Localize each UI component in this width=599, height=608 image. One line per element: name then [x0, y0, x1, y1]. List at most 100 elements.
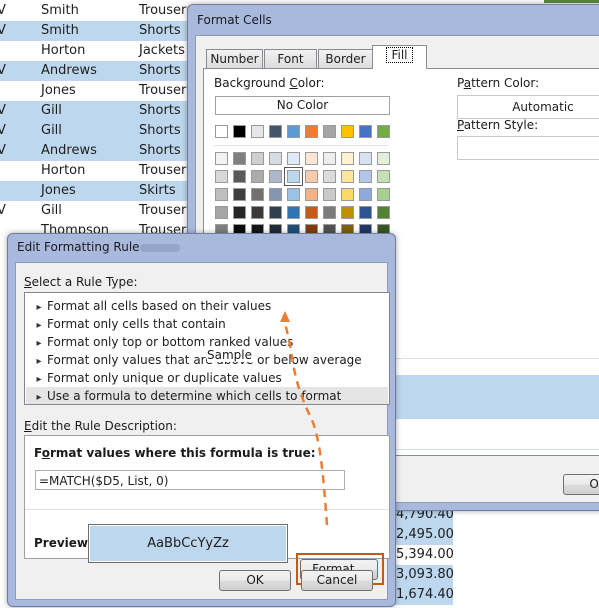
name-cell[interactable]: Horton — [41, 41, 85, 61]
rule-type-item[interactable]: ▸ Format only cells that contain — [26, 315, 388, 333]
color-swatch[interactable] — [323, 152, 336, 165]
region-cell[interactable]: V — [0, 1, 6, 21]
color-swatch[interactable] — [251, 188, 264, 201]
color-swatch[interactable] — [269, 125, 282, 138]
color-swatch[interactable] — [377, 206, 390, 219]
color-swatch[interactable] — [377, 125, 390, 138]
color-swatch[interactable] — [323, 206, 336, 219]
color-swatch[interactable] — [284, 167, 303, 186]
product-cell[interactable]: Shorts — [139, 101, 181, 121]
color-swatch[interactable] — [305, 125, 318, 138]
ok-button[interactable]: OK — [219, 570, 291, 591]
rule-type-item[interactable]: ▸ Format only unique or duplicate values — [26, 369, 388, 387]
rule-type-item[interactable]: ▸ Use a formula to determine which cells … — [26, 387, 388, 404]
pattern-color-dropdown[interactable]: Automatic — [457, 95, 599, 119]
amount-cell[interactable]: 3,093.80 — [393, 565, 454, 585]
name-cell[interactable]: Andrews — [41, 61, 97, 81]
color-swatch[interactable] — [341, 152, 354, 165]
color-swatch[interactable] — [233, 188, 246, 201]
region-cell[interactable]: V — [0, 141, 6, 161]
tab-fill[interactable]: Fill — [372, 45, 427, 69]
product-cell[interactable]: Jackets — [139, 41, 185, 61]
color-swatch[interactable] — [251, 206, 264, 219]
color-swatch[interactable] — [341, 170, 354, 183]
color-swatch[interactable] — [341, 125, 354, 138]
color-swatch[interactable] — [251, 125, 264, 138]
color-swatch[interactable] — [215, 170, 228, 183]
color-swatch[interactable] — [359, 206, 372, 219]
color-swatch[interactable] — [305, 152, 318, 165]
name-cell[interactable]: Horton — [41, 161, 85, 181]
region-cell[interactable]: V — [0, 121, 6, 141]
color-swatch[interactable] — [215, 188, 228, 201]
formula-input[interactable]: =MATCH($D5, List, 0) — [35, 470, 345, 490]
color-swatch[interactable] — [287, 125, 300, 138]
name-cell[interactable]: Smith — [41, 1, 79, 21]
tab-font[interactable]: Font — [264, 49, 317, 68]
color-swatch[interactable] — [251, 152, 264, 165]
name-cell[interactable]: Gill — [41, 101, 62, 121]
name-cell[interactable]: Jones — [41, 81, 76, 101]
tab-border[interactable]: Border — [318, 49, 373, 68]
color-swatch[interactable] — [269, 206, 282, 219]
color-swatch[interactable] — [377, 152, 390, 165]
color-swatch[interactable] — [215, 152, 228, 165]
rule-type-item[interactable]: ▸ Format all cells based on their values — [26, 297, 388, 315]
color-swatch[interactable] — [251, 170, 264, 183]
no-color-button[interactable]: No Color — [215, 96, 390, 115]
color-swatch[interactable] — [215, 206, 228, 219]
amount-cell[interactable]: 1,674.40 — [393, 585, 454, 605]
color-swatch[interactable] — [341, 188, 354, 201]
product-cell[interactable]: Shorts — [139, 141, 181, 161]
color-swatch[interactable] — [269, 152, 282, 165]
cancel-button[interactable]: Cancel — [301, 570, 373, 591]
name-cell[interactable]: Andrews — [41, 141, 97, 161]
name-cell[interactable]: Gill — [41, 121, 62, 141]
region-cell[interactable]: V — [0, 201, 6, 221]
color-swatch[interactable] — [305, 206, 318, 219]
color-swatch[interactable] — [233, 170, 246, 183]
color-swatch[interactable] — [305, 188, 318, 201]
product-cell[interactable]: Shorts — [139, 61, 181, 81]
color-swatch[interactable] — [287, 188, 300, 201]
color-swatch[interactable] — [323, 188, 336, 201]
product-cell[interactable]: Shorts — [139, 21, 181, 41]
color-swatch[interactable] — [287, 152, 300, 165]
color-swatch[interactable] — [359, 125, 372, 138]
palette-divider — [214, 145, 389, 146]
color-swatch[interactable] — [287, 206, 300, 219]
product-cell[interactable]: Skirts — [139, 181, 176, 201]
format-cells-ok-button[interactable]: OK — [563, 474, 599, 495]
color-swatch[interactable] — [359, 170, 372, 183]
amount-cell[interactable]: 2,495.00 — [393, 525, 454, 545]
region-cell[interactable]: V — [0, 21, 6, 41]
tab-font-label: Font — [277, 52, 304, 66]
tab-number[interactable]: Number — [206, 49, 263, 68]
product-cell[interactable]: Trousers — [139, 201, 193, 221]
color-swatch[interactable] — [233, 125, 246, 138]
product-cell[interactable]: Trousers — [139, 1, 193, 21]
region-cell[interactable]: V — [0, 101, 6, 121]
product-cell[interactable]: Shorts — [139, 121, 181, 141]
color-swatch[interactable] — [341, 206, 354, 219]
color-swatch[interactable] — [215, 125, 228, 138]
color-swatch[interactable] — [323, 125, 336, 138]
region-cell[interactable]: V — [0, 61, 6, 81]
color-swatch[interactable] — [359, 152, 372, 165]
color-swatch[interactable] — [233, 206, 246, 219]
product-cell[interactable]: Trousers — [139, 161, 193, 181]
color-swatch[interactable] — [377, 188, 390, 201]
name-cell[interactable]: Smith — [41, 21, 79, 41]
color-swatch[interactable] — [269, 188, 282, 201]
amount-cell[interactable]: 5,394.00 — [393, 545, 454, 565]
color-swatch[interactable] — [359, 188, 372, 201]
color-swatch[interactable] — [233, 152, 246, 165]
color-swatch[interactable] — [323, 170, 336, 183]
product-cell[interactable]: Trousers — [139, 81, 193, 101]
pattern-style-dropdown[interactable] — [457, 136, 599, 160]
name-cell[interactable]: Jones — [41, 181, 76, 201]
color-swatch[interactable] — [305, 170, 318, 183]
color-swatch[interactable] — [269, 170, 282, 183]
name-cell[interactable]: Gill — [41, 201, 62, 221]
color-swatch[interactable] — [377, 170, 390, 183]
